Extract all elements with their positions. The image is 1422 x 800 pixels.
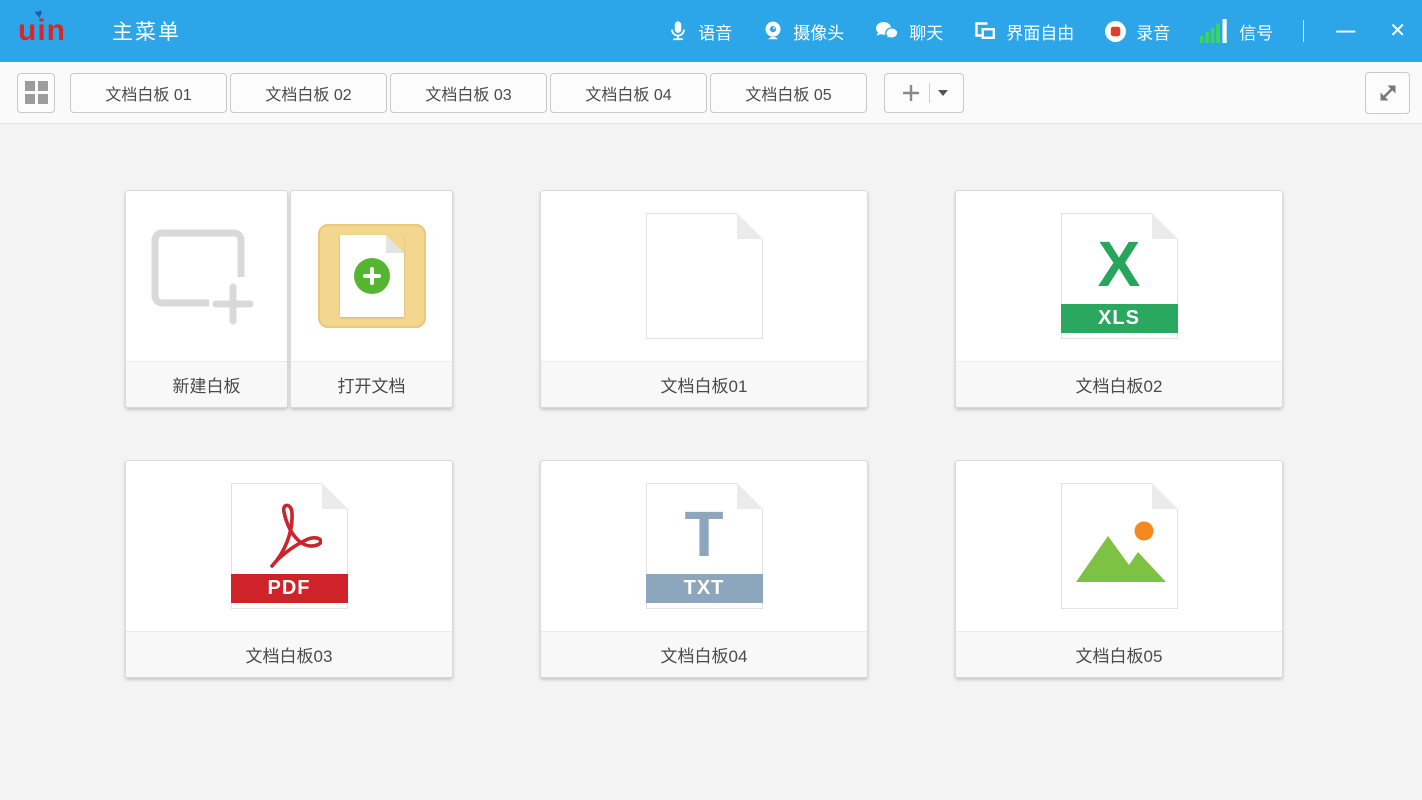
document-card-04[interactable]: T TXT 文档白板04 xyxy=(540,460,868,678)
xls-file-icon: X XLS xyxy=(1060,213,1178,339)
add-circle-icon xyxy=(353,258,390,294)
document-card-05[interactable]: 文档白板05 xyxy=(955,460,1283,678)
new-whiteboard-icon xyxy=(151,229,273,331)
card-label: 文档白板04 xyxy=(541,631,867,677)
xls-badge: XLS xyxy=(1060,304,1178,333)
image-file-icon xyxy=(1060,483,1178,609)
txt-badge: TXT xyxy=(645,574,763,603)
card-label: 打开文档 xyxy=(291,361,452,407)
document-card-01[interactable]: 文档白板01 xyxy=(540,190,868,408)
card-label: 文档白板03 xyxy=(126,631,452,677)
open-document-card[interactable]: 打开文档 xyxy=(290,190,453,408)
document-card-03[interactable]: PDF 文档白板03 xyxy=(125,460,453,678)
txt-file-icon: T TXT xyxy=(645,483,763,609)
blank-document-icon xyxy=(645,213,763,339)
mountains-sun-icon xyxy=(1075,521,1166,582)
xls-glyph: X xyxy=(1097,228,1141,300)
card-label: 文档白板05 xyxy=(956,631,1282,677)
card-label: 文档白板01 xyxy=(541,361,867,407)
document-card-02[interactable]: X XLS 文档白板02 xyxy=(955,190,1283,408)
pdf-swirl-icon xyxy=(269,503,322,568)
pdf-file-icon: PDF xyxy=(230,483,348,609)
card-label: 新建白板 xyxy=(126,361,287,407)
card-label: 文档白板02 xyxy=(956,361,1282,407)
new-whiteboard-card[interactable]: 新建白板 xyxy=(125,190,288,408)
content-area: 新建白板 打开文档 文档白板01 X XLS 文档白板02 PDF 文档白板03… xyxy=(0,0,1422,800)
pdf-badge: PDF xyxy=(230,574,348,603)
txt-glyph: T xyxy=(684,498,724,570)
open-document-icon xyxy=(317,224,426,328)
